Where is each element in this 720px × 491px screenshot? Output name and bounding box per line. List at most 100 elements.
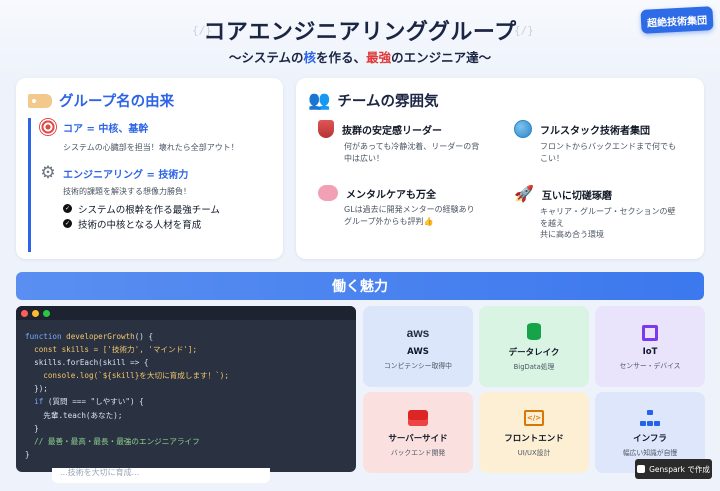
status-badge: 超絶技術集団 [640,6,714,34]
minimize-dot-icon [32,309,39,317]
tile-name: インフラ [633,433,667,444]
code-line: // 最善・最高・最長・最強のエンジニアライフ [25,436,200,446]
subtitle-core: 核 [303,50,317,65]
tile-sub: 幅広い知識が自慢 [622,448,678,457]
genspark-button[interactable]: Genspark で作成 [635,459,712,479]
tile-name: サーバーサイド [388,433,448,444]
code-line: skills.forEach(skill => { [25,358,149,368]
page-subtitle: 〜システムの核を作る、最強のエンジニア達〜 [0,47,720,66]
trait-fullstack: フルスタック技術者集団 フロントからバックエンドまで何でも こい！ [514,120,704,164]
trait-desc: GLは過去に開発メンターの経験あり グループ外からも評判👍 [318,204,508,227]
aws-icon: aws [406,325,430,340]
code-line: const skills = ['技術力', 'マインド']; [25,345,198,355]
chip-icon [642,324,658,341]
subtitle-strongest: 最強 [366,50,392,65]
trait-leader: 抜群の安定感リーダー 何があっても冷静沈着、リーダーの背 中は広い！ [318,120,508,164]
shield-icon [318,120,334,138]
origin-item-desc: システムの心臓部を担当！壊れたら全部アウト！ [63,143,239,152]
maximize-dot-icon [43,309,50,317]
partial-card: ...技術を大切に育成... [52,468,270,483]
subtitle-part-1: 〜システムの [228,50,304,65]
code-line: } [25,423,39,433]
globe-icon [514,120,532,138]
tag-icon [28,93,52,108]
people-icon: 👥 [308,90,331,111]
rocket-icon: 🚀 [514,184,534,203]
trait-desc: 何があっても冷静沈着、リーダーの背 中は広い！ [318,141,508,164]
tile-sub: UI/UX設計 [517,448,551,457]
code-line: }); [25,384,48,394]
bullet-text: システムの根幹を作る最強チーム [78,204,220,216]
tile-name: IoT [642,346,658,357]
genspark-label: Genspark で作成 [649,464,710,474]
trait-desc-line: フロントからバックエンドまで何でも [540,142,676,151]
brain-icon [318,185,338,201]
server-icon [408,409,428,426]
tile-name: フロントエンド [504,433,564,444]
trait-growth: 🚀 互いに切磋琢磨 キャリア・グループ・セクションの壁 を越え 共に高め合う環境 [514,185,704,241]
origin-card-title: グループ名の由来 [59,94,175,110]
trait-title: 互いに切磋琢磨 [541,190,612,202]
gear-icon: ⚙ [40,163,56,183]
origin-list: コア = 中核、基幹 システムの心臓部を担当！壊れたら全部アウト！ ⚙ エンジニ… [28,118,272,252]
origin-card: グループ名の由来 コア = 中核、基幹 システムの心臓部を担当！壊れたら全部アウ… [16,78,283,259]
trait-title: 抜群の安定感リーダー [342,125,442,137]
tile-sub: コンピテンシー取得中 [384,361,452,370]
trait-title: フルスタック技術者集団 [540,125,650,137]
trait-desc-line: グループ外からも評判👍 [344,216,434,226]
origin-bullets: ✓ システムの根幹を作る最強チーム ✓ 技術の中核となる人材を育成 [39,201,272,231]
code-icon: </> [524,409,544,426]
tile-sub: センサー・デバイス [619,361,681,370]
bullet-text: 技術の中核となる人材を育成 [78,219,202,231]
trait-desc-line: GLは過去に開発メンターの経験あり [344,205,475,214]
subtitle-part-3: を作る、 [316,50,367,65]
code-line: if (質問 === "しやすい") { [34,397,144,407]
origin-item-title: コア = 中核、基幹 [63,123,149,135]
trait-desc: フロントからバックエンドまで何でも こい！ [514,141,704,164]
origin-item-core: コア = 中核、基幹 [39,118,272,136]
tile-serverside: サーバーサイド バックエンド開発 [363,392,473,473]
code-window-titlebar [16,306,356,320]
trait-desc-line: 共に高め合う環境 [540,230,604,240]
target-icon [39,118,57,136]
code-line: console.log(`${skill}を大切に育成します！`); [25,371,229,381]
team-card: 👥 チームの雰囲気 抜群の安定感リーダー 何があっても冷静沈着、リーダーの背 中… [296,78,704,259]
genspark-logo-icon [637,465,646,473]
code-line: 先輩.teach(あなた); [25,410,123,420]
tile-name: AWS [407,346,429,357]
trait-title: メンタルケアも万全 [346,189,436,201]
code-window: function developerGrowth() { const skill… [16,306,356,472]
tile-aws: aws AWS コンピテンシー取得中 [363,306,473,387]
code-line: } [25,449,30,459]
code-body: function developerGrowth() { const skill… [16,320,356,461]
list-item: ✓ 技術の中核となる人材を育成 [63,216,272,231]
team-card-title: チームの雰囲気 [337,94,439,110]
database-icon [527,323,541,340]
tile-datalake: データレイク BigData処理 [479,306,589,387]
check-circle-icon: ✓ [63,204,72,213]
trait-desc-line: を越え [540,218,564,228]
origin-item-title: エンジニアリング = 技術力 [63,169,189,181]
trait-desc-line: 中は広い！ [344,153,384,163]
section-banner: 働く魅力 [16,272,704,300]
page-title: コアエンジニアリンググループ [203,20,517,45]
trait-desc-line: こい！ [540,153,564,163]
subtitle-part-5: のエンジニア達〜 [391,50,492,65]
origin-item-desc: 技術的課題を解決する想像力勝負！ [63,187,191,196]
origin-item-engineering: ⚙ エンジニアリング = 技術力 [39,164,272,182]
network-icon [640,409,660,426]
code-line: function developerGrowth() { [25,332,154,341]
trait-desc-line: 何があっても冷静沈着、リーダーの背 [344,142,480,151]
tile-sub: BigData処理 [513,362,555,371]
trait-mental-care: メンタルケアも万全 GLは過去に開発メンターの経験あり グループ外からも評判👍 [318,185,508,227]
team-card-header: 👥 チームの雰囲気 [308,90,439,111]
tile-sub: バックエンド開発 [390,448,446,457]
trait-desc-line: キャリア・グループ・セクションの壁 [540,207,676,216]
tile-name: データレイク [508,347,560,358]
origin-card-header: グループ名の由来 [28,90,174,111]
close-dot-icon [21,309,28,317]
list-item: ✓ システムの根幹を作る最強チーム [63,201,272,216]
tile-frontend: </> フロントエンド UI/UX設計 [479,392,589,473]
tile-iot: IoT センサー・デバイス [595,306,705,387]
check-circle-icon: ✓ [63,219,72,228]
